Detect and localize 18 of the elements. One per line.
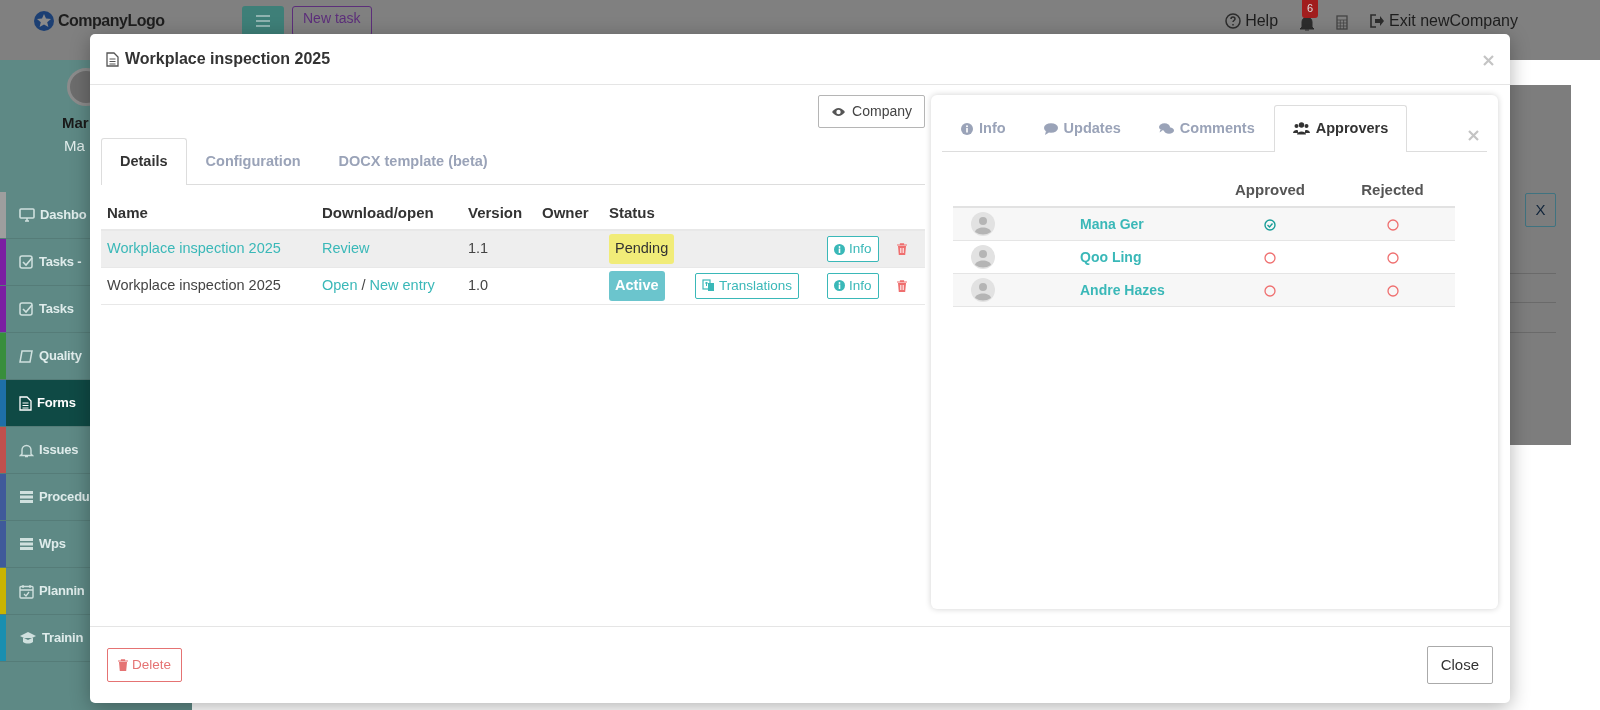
status-badge: Pending xyxy=(609,234,675,264)
column-header: Version xyxy=(468,203,523,221)
separator-text: / xyxy=(361,276,366,293)
version-text: 1.1 xyxy=(468,240,489,257)
user-role: Ma xyxy=(64,135,86,156)
form-name: Workplace inspection 2025 xyxy=(107,276,281,293)
modal-title: Workplace inspection 2025 xyxy=(125,49,331,69)
column-header: Name xyxy=(107,203,148,221)
column-header: Rejected xyxy=(1361,180,1424,198)
version-text: 1.0 xyxy=(468,276,489,293)
column-header: Owner xyxy=(542,203,589,221)
logo-text: CompanyLogo xyxy=(58,11,166,30)
user-name: Mar xyxy=(62,113,90,133)
notification-badge: 6 xyxy=(1302,0,1319,18)
column-header: Status xyxy=(609,203,655,221)
column-header: Download/open xyxy=(322,203,434,221)
status-badge: Active xyxy=(609,270,665,301)
column-header: Approved xyxy=(1235,180,1305,198)
